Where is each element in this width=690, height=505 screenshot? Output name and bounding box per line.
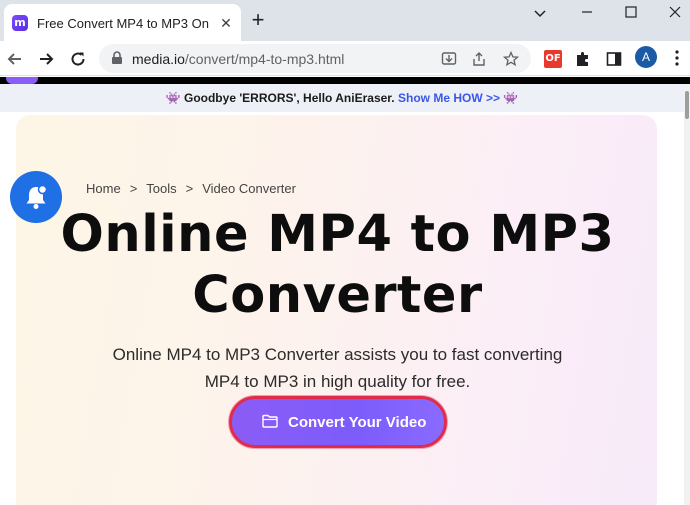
share-icon [473,52,485,66]
web-page: 👾 Goodbye 'ERRORS', Hello AniEraser. Sho… [0,77,690,505]
star-icon [502,50,520,67]
folder-icon [262,414,278,428]
browser-tab-strip: m Free Convert MP4 to MP3 Online ✕ + [0,0,690,41]
browser-tab[interactable]: m Free Convert MP4 to MP3 Online ✕ [4,4,241,41]
reload-icon [71,52,85,66]
tab-title: Free Convert MP4 to MP3 Online [37,16,209,31]
breadcrumb-home[interactable]: Home [86,181,121,196]
site-logo[interactable] [6,77,38,84]
breadcrumb: Home > Tools > Video Converter [86,181,296,196]
extension-of-button[interactable]: OF [541,47,565,71]
browser-menu-button[interactable] [667,46,687,70]
scrollbar-thumb[interactable] [685,91,689,119]
plus-icon[interactable]: + [247,9,269,31]
back-button[interactable] [2,46,28,72]
install-app-icon [441,52,457,65]
back-arrow-icon [7,53,21,65]
url-host: media.io [132,51,185,67]
browser-toolbar: media.io/convert/mp4-to-mp3.html OF A [0,41,690,76]
lock-icon[interactable] [111,51,123,65]
breadcrumb-separator: > [185,181,194,196]
share-button[interactable] [469,49,489,69]
close-icon[interactable]: ✕ [216,13,236,33]
promo-banner: 👾 Goodbye 'ERRORS', Hello AniEraser. Sho… [0,84,684,112]
hero-description-line-2: MP4 to MP3 in high quality for free. [204,372,471,391]
address-bar[interactable]: media.io/convert/mp4-to-mp3.html [99,44,531,73]
url-text[interactable]: media.io/convert/mp4-to-mp3.html [132,51,344,67]
site-header-bar [0,77,690,84]
kebab-menu-icon [675,50,679,66]
maximize-icon [625,6,637,18]
forward-button[interactable] [33,46,59,72]
minimize-icon [582,11,592,13]
side-panel-icon [606,52,622,66]
breadcrumb-tools[interactable]: Tools [146,181,176,196]
reload-button[interactable] [65,46,91,72]
bookmark-button[interactable] [501,49,521,69]
page-title-line-2: Converter [192,266,483,325]
extension-badge: OF [544,50,562,68]
banner-text: Goodbye 'ERRORS', Hello AniEraser. [183,91,395,105]
install-app-button[interactable] [439,49,459,69]
window-close-button[interactable] [652,0,690,24]
minimize-button[interactable] [564,0,610,24]
banner-emoji-right: 👾 [503,91,519,105]
tab-search-button[interactable] [517,0,563,24]
page-title-line-1: Online MP4 to MP3 [60,205,615,264]
side-panel-button[interactable] [602,47,626,71]
banner-link[interactable]: Show Me HOW >> [398,91,500,105]
close-icon [669,6,681,18]
banner-emoji-left: 👾 [165,91,181,105]
convert-video-button-label: Convert Your Video [288,414,427,431]
hero-description-line-1: Online MP4 to MP3 Converter assists you … [112,345,563,364]
tab-favicon-icon: m [12,15,28,31]
extensions-button[interactable] [571,47,595,71]
profile-avatar[interactable]: A [635,46,657,68]
chevron-down-icon [534,10,546,18]
url-path: /convert/mp4-to-mp3.html [184,51,345,67]
breadcrumb-video-converter[interactable]: Video Converter [202,181,296,196]
maximize-button[interactable] [608,0,654,24]
scrollbar-track[interactable] [684,84,690,505]
breadcrumb-separator: > [129,181,138,196]
forward-arrow-icon [40,53,54,65]
puzzle-icon [577,52,588,66]
convert-video-button[interactable]: Convert Your Video [229,396,447,448]
